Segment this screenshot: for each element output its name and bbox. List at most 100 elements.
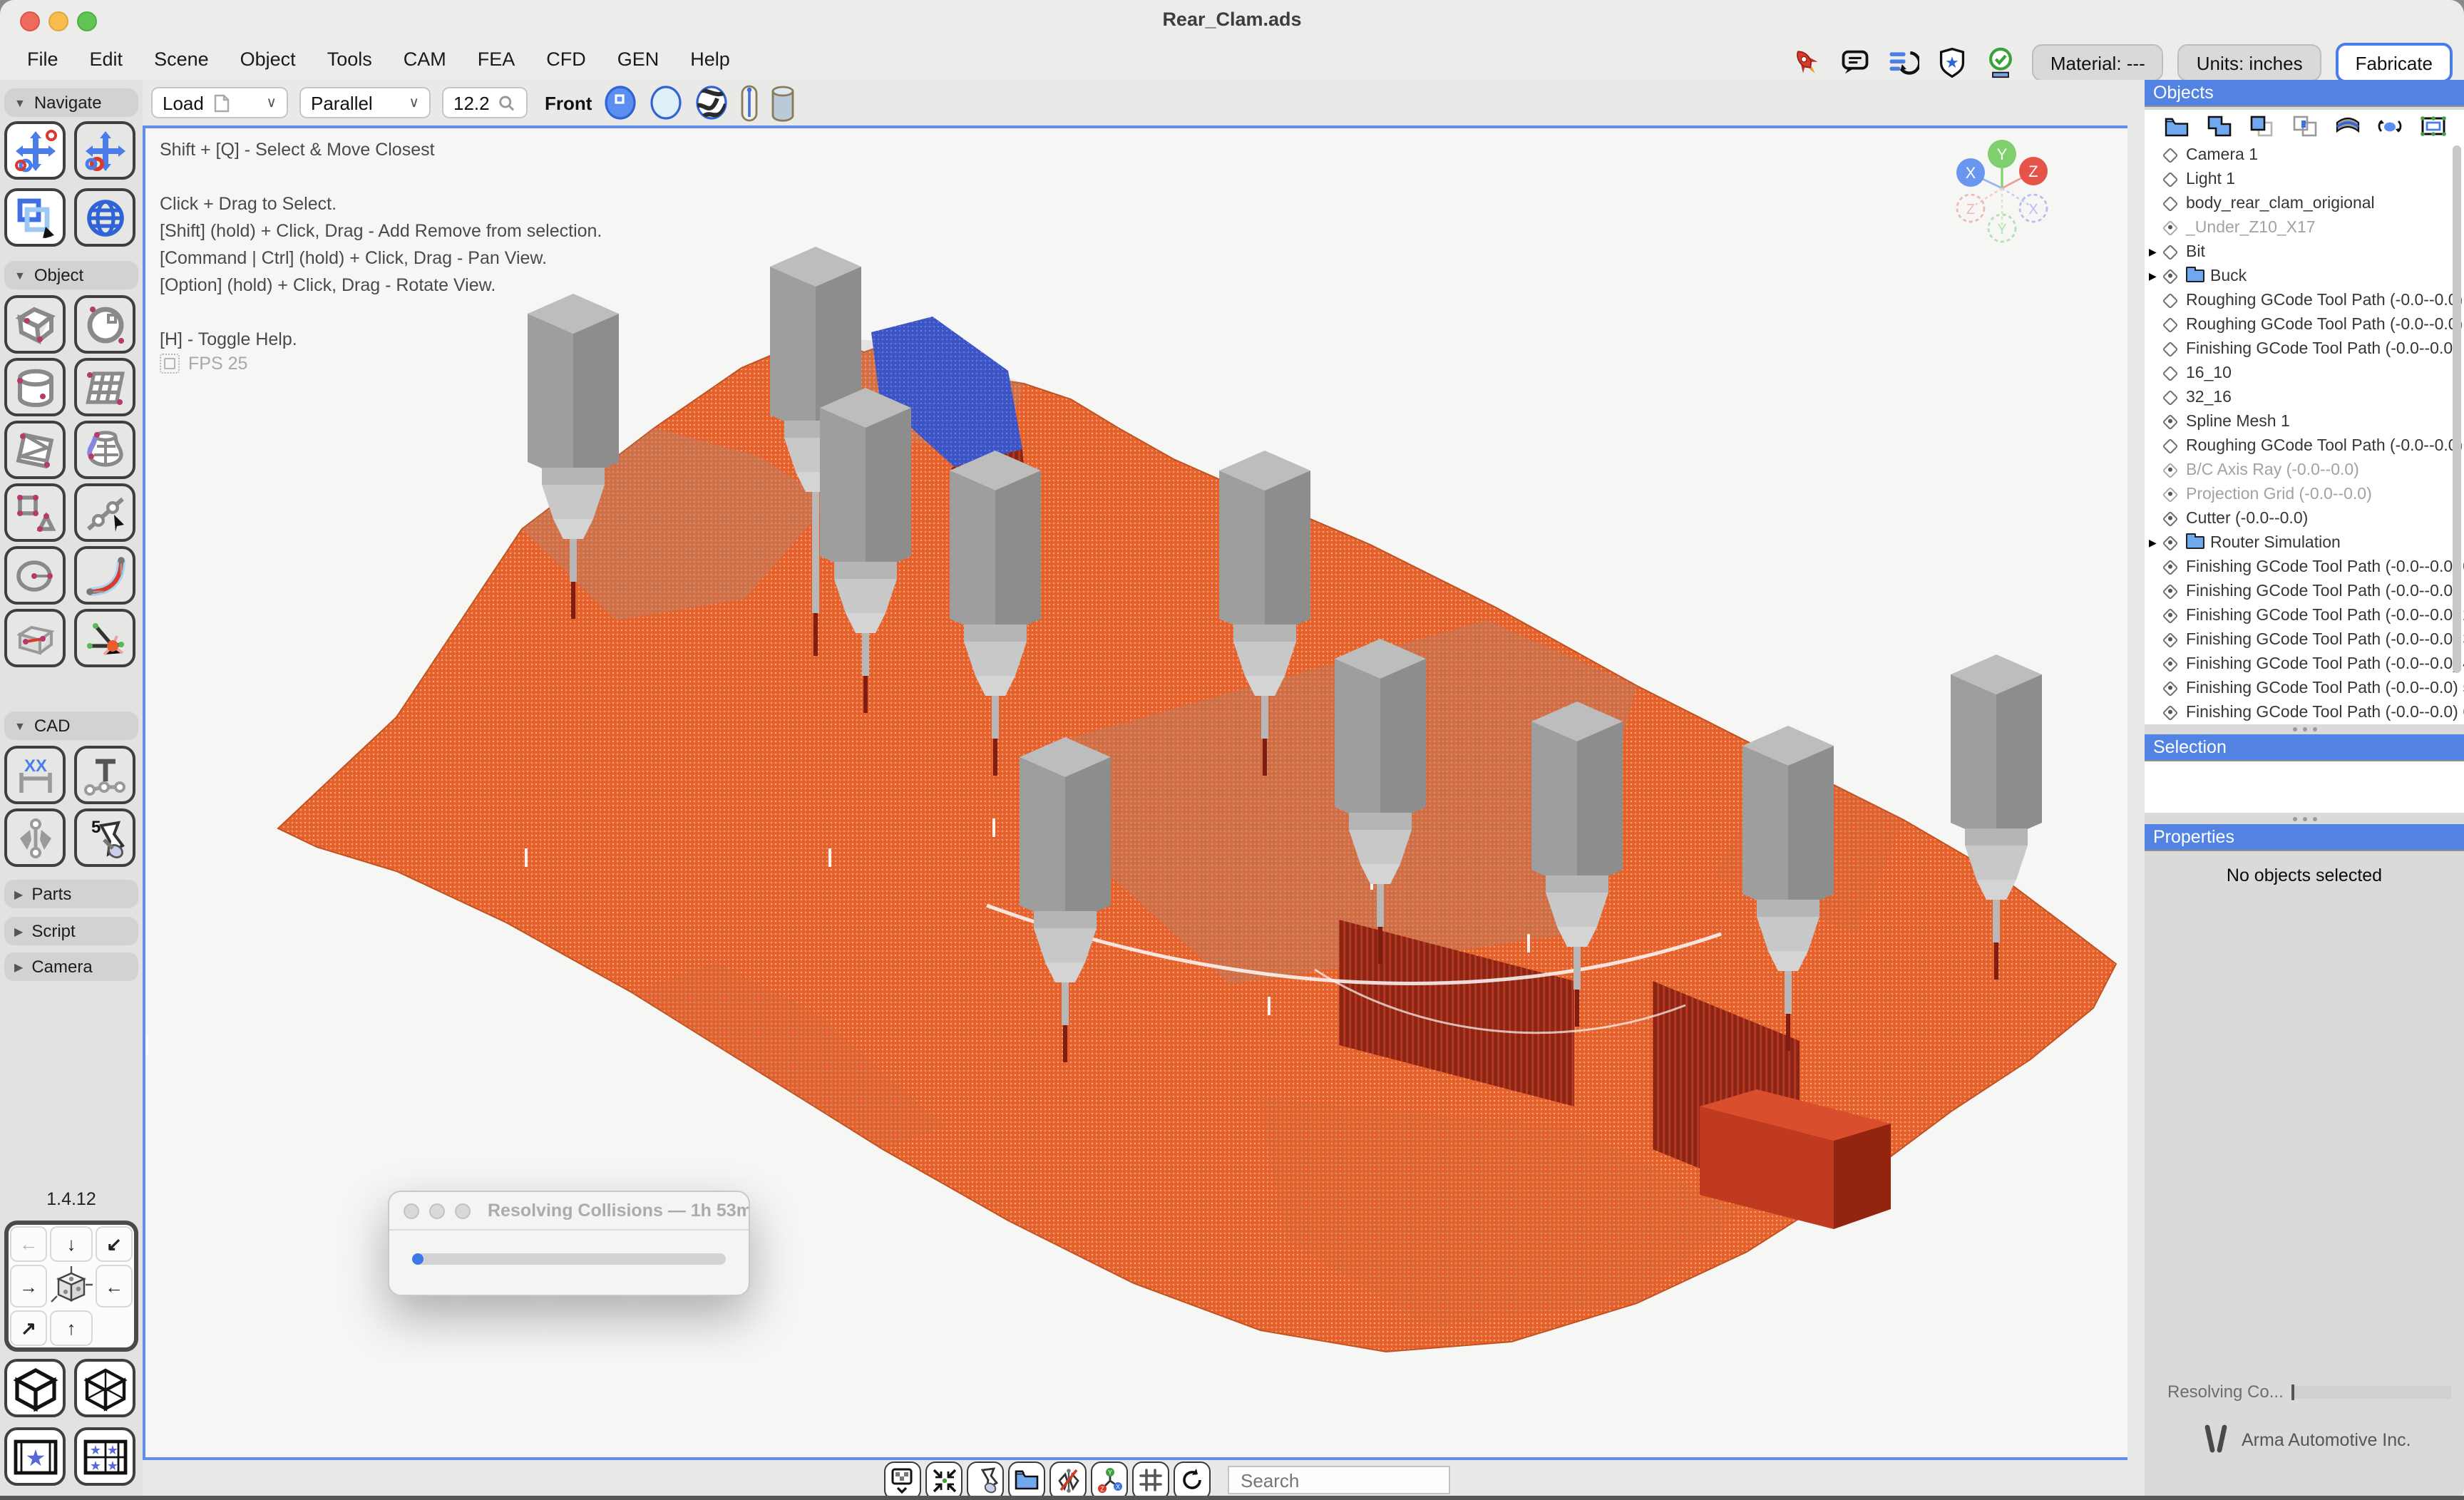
menu-item[interactable]: GEN bbox=[602, 40, 675, 80]
object-tree-row[interactable]: ▶ 16_10 bbox=[2145, 361, 2464, 385]
cutter-select-button[interactable] bbox=[967, 1461, 1004, 1499]
texture-preview-button[interactable] bbox=[884, 1461, 921, 1499]
viewport-3d[interactable]: Shift + [Q] - Select & Move ClosestClick… bbox=[143, 125, 2130, 1460]
expander-icon[interactable]: ▶ bbox=[2149, 270, 2162, 282]
visibility-diamond-icon[interactable] bbox=[2162, 268, 2179, 284]
tube-tool-button[interactable] bbox=[4, 609, 66, 667]
rotate-object-button[interactable] bbox=[2376, 114, 2403, 138]
menu-item[interactable]: FEA bbox=[462, 40, 531, 80]
object-tree-row[interactable]: ▶ Camera 1 bbox=[2145, 143, 2464, 167]
object-tree-row[interactable]: ▶ Finishing GCode Tool Path (-0.0--0.0) … bbox=[2145, 555, 2464, 579]
lattice-tool-button[interactable] bbox=[74, 421, 135, 479]
view-downleft-arrow-button[interactable]: ↙ bbox=[96, 1226, 133, 1262]
view-left-arrow-button[interactable]: ← bbox=[10, 1226, 47, 1262]
fit-bounds-button[interactable] bbox=[2419, 114, 2446, 138]
ghost-view-button[interactable] bbox=[649, 84, 683, 121]
stock-cylinder-button[interactable] bbox=[770, 83, 796, 122]
visibility-diamond-icon[interactable] bbox=[2162, 486, 2179, 503]
object-tree-row[interactable]: ▶ B/C Axis Ray (-0.0--0.0) bbox=[2145, 458, 2464, 482]
grid-toggle-button[interactable] bbox=[1132, 1461, 1169, 1499]
visibility-diamond-icon[interactable] bbox=[2162, 147, 2179, 163]
view-down-arrow-button[interactable]: ↓ bbox=[50, 1226, 93, 1262]
visibility-diamond-icon[interactable] bbox=[2162, 607, 2179, 624]
shapes-tool-button[interactable] bbox=[4, 483, 66, 542]
material-button[interactable]: Material: --- bbox=[2032, 44, 2164, 81]
menu-item[interactable]: Edit bbox=[74, 40, 139, 80]
view-left2-arrow-button[interactable]: ← bbox=[96, 1265, 133, 1308]
shield-star-icon[interactable]: ★ bbox=[1935, 46, 1969, 80]
object-tree-row[interactable]: ▶ Bit bbox=[2145, 240, 2464, 264]
section-navigate[interactable]: ▼Navigate bbox=[4, 88, 138, 117]
view-right-arrow-button[interactable]: → bbox=[10, 1265, 47, 1308]
units-button[interactable]: Units: inches bbox=[2178, 44, 2321, 81]
visibility-diamond-icon[interactable] bbox=[2162, 389, 2179, 406]
solid-cube-view-button[interactable] bbox=[4, 1359, 66, 1417]
section-script[interactable]: ▶Script bbox=[4, 917, 138, 945]
mirror-tool-button[interactable] bbox=[4, 808, 66, 867]
rocket-icon[interactable] bbox=[1790, 46, 1824, 80]
view-up-arrow-button[interactable]: ↑ bbox=[50, 1310, 93, 1346]
object-tree-row[interactable]: ▶ Spline Mesh 1 bbox=[2145, 409, 2464, 433]
visibility-diamond-icon[interactable] bbox=[2162, 583, 2179, 600]
menu-item[interactable]: CAM bbox=[388, 40, 462, 80]
object-tree-row[interactable]: ▶ Roughing GCode Tool Path (-0.0--0.0) bbox=[2145, 288, 2464, 312]
new-folder-button[interactable] bbox=[2162, 114, 2190, 138]
visibility-diamond-icon[interactable] bbox=[2162, 317, 2179, 333]
object-tree-row[interactable]: ▶ Finishing GCode Tool Path (-0.0--0.0) … bbox=[2145, 700, 2464, 724]
shaded-view-button[interactable] bbox=[603, 84, 637, 121]
object-tree-row[interactable]: ▶ Finishing GCode Tool Path (-0.0--0.0) … bbox=[2145, 627, 2464, 652]
probe-pin-button[interactable] bbox=[740, 83, 759, 122]
sync-history-icon[interactable] bbox=[1886, 46, 1921, 80]
close-window-button[interactable] bbox=[20, 11, 40, 31]
visibility-diamond-icon[interactable] bbox=[2162, 559, 2179, 575]
curve-edit-tool-button[interactable] bbox=[74, 483, 135, 542]
progress-dialog[interactable]: Resolving Collisions — 1h 53m... bbox=[388, 1191, 750, 1296]
wireframe-cube-view-button[interactable] bbox=[74, 1359, 135, 1417]
duplicate-button[interactable] bbox=[2248, 114, 2275, 138]
object-tree-row[interactable]: ▶ Router Simulation bbox=[2145, 530, 2464, 555]
refresh-button[interactable] bbox=[1174, 1461, 1211, 1499]
mesh-tool-button[interactable] bbox=[4, 421, 66, 479]
single-view-button[interactable]: ★ bbox=[4, 1427, 66, 1486]
quad-view-button[interactable]: ★★★★ bbox=[74, 1427, 135, 1486]
object-tree-row[interactable]: ▶ Buck bbox=[2145, 264, 2464, 288]
search-input[interactable] bbox=[1228, 1466, 1450, 1494]
bezier-tool-button[interactable] bbox=[74, 546, 135, 605]
visibility-diamond-icon[interactable] bbox=[2162, 220, 2179, 236]
axis-gizmo-button[interactable]: YZX bbox=[1091, 1461, 1128, 1499]
view-cube-icon[interactable] bbox=[50, 1265, 93, 1308]
dialog-close-button[interactable] bbox=[404, 1203, 419, 1218]
move-closest-tool-button[interactable] bbox=[4, 121, 66, 180]
object-tree-row[interactable]: ▶ Roughing GCode Tool Path (-0.0--0.0) bbox=[2145, 433, 2464, 458]
panel-splitter[interactable] bbox=[2145, 723, 2464, 734]
feedback-comment-icon[interactable] bbox=[1838, 46, 1872, 80]
zoom-field[interactable]: 12.2 bbox=[442, 87, 528, 118]
circle-tool-button[interactable] bbox=[4, 546, 66, 605]
cylinder-tool-button[interactable] bbox=[4, 358, 66, 416]
section-object[interactable]: ▼Object bbox=[4, 261, 138, 289]
visibility-diamond-icon[interactable] bbox=[2162, 195, 2179, 212]
cube-tool-button[interactable] bbox=[4, 295, 66, 354]
move-tool-button[interactable] bbox=[74, 121, 135, 180]
grid-plane-tool-button[interactable] bbox=[74, 358, 135, 416]
visibility-diamond-icon[interactable] bbox=[2162, 680, 2179, 697]
object-tree-row[interactable]: ▶ Finishing GCode Tool Path (-0.0--0.0) … bbox=[2145, 652, 2464, 676]
objects-panel-header[interactable]: Objects bbox=[2145, 80, 2464, 107]
menu-item[interactable]: File bbox=[11, 40, 74, 80]
expander-icon[interactable]: ▶ bbox=[2149, 246, 2162, 257]
visibility-diamond-icon[interactable] bbox=[2162, 535, 2179, 551]
zoom-window-button[interactable] bbox=[77, 11, 97, 31]
dialog-title-bar[interactable]: Resolving Collisions — 1h 53m... bbox=[389, 1192, 749, 1231]
approved-check-icon[interactable] bbox=[1983, 46, 2018, 80]
visibility-diamond-icon[interactable] bbox=[2162, 244, 2179, 260]
projection-dropdown[interactable]: Parallel ∨ bbox=[299, 87, 431, 118]
object-tree-row[interactable]: ▶ Finishing GCode Tool Path (-0.0--0.0) … bbox=[2145, 603, 2464, 627]
view-upright-arrow-button[interactable]: ↗ bbox=[10, 1310, 47, 1346]
collapse-to-center-button[interactable] bbox=[925, 1461, 962, 1499]
surface-wrap-button[interactable] bbox=[2334, 114, 2361, 138]
selection-panel-header[interactable]: Selection bbox=[2145, 734, 2464, 761]
object-tree-row[interactable]: ▶ Finishing GCode Tool Path (-0.0--0.0) bbox=[2145, 337, 2464, 361]
menu-item[interactable]: CFD bbox=[530, 40, 602, 80]
group-union-button[interactable] bbox=[2205, 114, 2232, 138]
load-dropdown[interactable]: Load ∨ bbox=[151, 87, 288, 118]
